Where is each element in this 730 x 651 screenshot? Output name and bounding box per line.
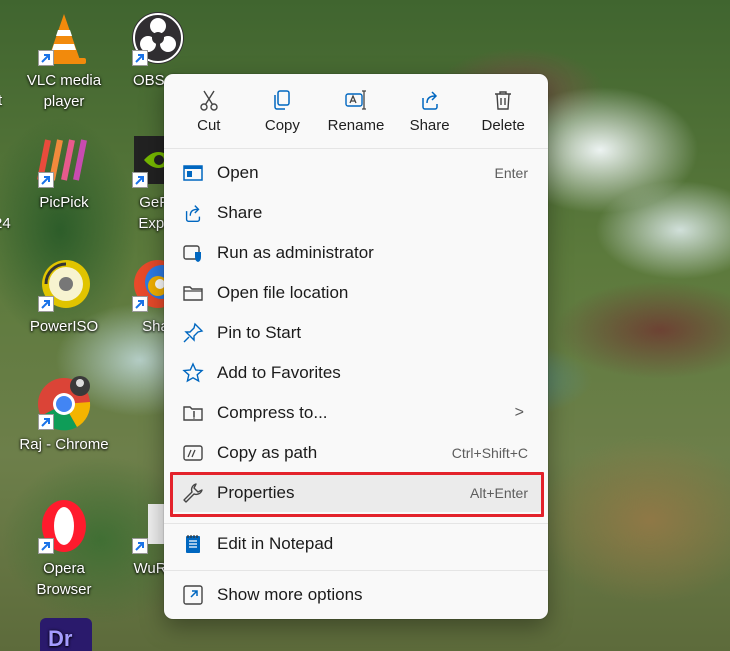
desktop-icon-label: PicPick [39, 194, 89, 211]
shortcut-arrow-icon [38, 296, 54, 312]
shortcut-arrow-icon [38, 414, 54, 430]
desktop-icon-label: PowerISO [29, 318, 99, 335]
menu-item-show-more-options[interactable]: Show more options [170, 576, 542, 614]
share-icon [421, 91, 438, 110]
menu-item-label: Open file location [217, 283, 349, 302]
premiere-icon: Dr [34, 618, 94, 651]
desktop-icon-picpick[interactable]: PicPick [16, 130, 112, 213]
shortcut-arrow-icon [38, 50, 54, 66]
cut-button[interactable]: Cut [172, 74, 246, 148]
open-app-icon [182, 162, 204, 184]
menu-item-open[interactable]: Open Enter [170, 154, 542, 192]
rename-button[interactable]: Rename [319, 74, 393, 148]
desktop-icon-label: Opera Browser [36, 560, 92, 598]
desktop-icon-premiere[interactable]: Dr [16, 618, 112, 651]
star-icon [182, 362, 204, 384]
menu-item-label: Edit in Notepad [217, 534, 334, 553]
separator [164, 523, 548, 524]
properties-highlight-box [170, 472, 544, 517]
path-icon [182, 442, 204, 464]
copy-button[interactable]: Copy [246, 74, 320, 148]
delete-button[interactable]: Delete [466, 74, 540, 148]
obs-icon [128, 8, 188, 68]
menu-item-label: Share [217, 203, 263, 222]
desktop-icon-vlc[interactable]: VLC media player [16, 8, 112, 112]
menu-item-label: Pin to Start [217, 323, 302, 342]
picpick-icon [34, 130, 94, 190]
quick-action-bar: Cut Copy Rename Share Delete [164, 74, 548, 148]
shortcut-arrow-icon [132, 296, 148, 312]
menu-item-edit-in-notepad[interactable]: Edit in Notepad [170, 525, 542, 563]
menu-item-open-file-location[interactable]: Open file location [170, 274, 542, 312]
menu-item-label: Show more options [217, 585, 363, 604]
shortcut-text: Ctrl+Shift+C [451, 445, 528, 461]
menu-item-copy-as-path[interactable]: Copy as path Ctrl+Shift+C [170, 434, 542, 472]
delete-label: Delete [481, 117, 525, 134]
desktop-icon-label: Raj - Chrome [19, 436, 109, 453]
menu-item-share[interactable]: Share [170, 194, 542, 232]
trash-icon [495, 91, 512, 110]
poweriso-icon [34, 254, 94, 314]
menu-item-pin-to-start[interactable]: Pin to Start [170, 314, 542, 352]
chrome-icon [34, 372, 94, 432]
shield-icon [182, 242, 204, 264]
shortcut-arrow-icon [132, 538, 148, 554]
shortcut-arrow-icon [38, 538, 54, 554]
more-options-icon [182, 584, 204, 606]
context-menu: Cut Copy Rename Share Delete Open Enter … [164, 74, 548, 619]
menu-item-label: Compress to... [217, 403, 328, 422]
edge-label-b: 24 [0, 215, 11, 232]
desktop-icon-opera[interactable]: Opera Browser [16, 496, 112, 600]
zip-folder-icon [182, 402, 204, 424]
vlc-icon [34, 8, 94, 68]
pin-icon [182, 322, 204, 344]
shortcut-text: Enter [494, 165, 528, 181]
notepad-icon [182, 533, 204, 555]
desktop-icon-poweriso[interactable]: PowerISO [16, 254, 112, 337]
copy-label: Copy [264, 117, 300, 134]
edge-label-a: t [0, 92, 3, 109]
share-icon [182, 202, 204, 224]
shortcut-arrow-icon [132, 50, 148, 66]
menu-item-add-to-favorites[interactable]: Add to Favorites [170, 354, 542, 392]
menu-item-label: Open [217, 163, 259, 182]
separator [164, 148, 548, 149]
shortcut-arrow-icon [132, 172, 148, 188]
rename-label: Rename [327, 117, 385, 134]
shortcut-arrow-icon [38, 172, 54, 188]
chevron-right-icon: > [514, 404, 524, 421]
scissors-icon [200, 90, 218, 111]
share-label: Share [409, 117, 450, 134]
desktop-icon-chrome[interactable]: Raj - Chrome [16, 372, 112, 455]
opera-icon [34, 496, 94, 556]
desktop-icon-label: VLC media player [26, 72, 102, 110]
menu-item-label: Add to Favorites [217, 363, 341, 382]
menu-item-label: Run as administrator [217, 243, 374, 262]
menu-item-run-as-admin[interactable]: Run as administrator [170, 234, 542, 272]
menu-item-compress-to[interactable]: Compress to... > [170, 394, 542, 432]
premiere-icon-text: Dr [48, 626, 73, 651]
menu-item-label: Copy as path [217, 443, 318, 462]
separator [164, 570, 548, 571]
rename-icon [345, 90, 366, 110]
copy-icon [274, 90, 291, 110]
cut-label: Cut [197, 117, 221, 134]
folder-icon [182, 282, 204, 304]
share-button[interactable]: Share [393, 74, 467, 148]
